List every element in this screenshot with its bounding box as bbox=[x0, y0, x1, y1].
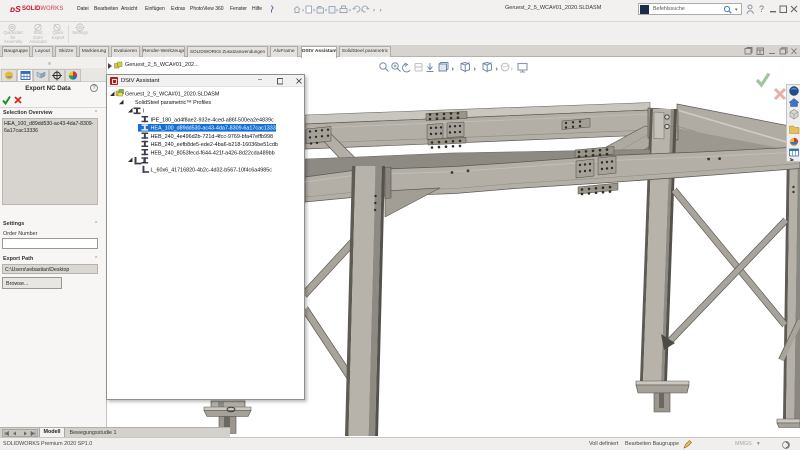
svg-text:HEB_240_eefb8de5-ede2-4ba6-b21: HEB_240_eefb8de5-ede2-4ba6-b218-16036be5… bbox=[151, 142, 278, 148]
svg-text:I: I bbox=[143, 109, 145, 115]
svg-text:Geruest_2_5_WCA#01_2020.SLDASM: Geruest_2_5_WCA#01_2020.SLDASM bbox=[125, 92, 220, 98]
svg-text:L: L bbox=[143, 159, 146, 165]
svg-text:IPE_180_ad4f8ae2-932e-4ced-a86: IPE_180_ad4f8ae2-932e-4ced-a86f-500ea2e4… bbox=[151, 117, 274, 123]
svg-text:HEA_100_d89dd530-ac43-4da7-830: HEA_100_d89dd530-ac43-4da7-8309-6a17cac1… bbox=[151, 126, 279, 132]
svg-text:HEB_240_8053fecd-f644-421f-a42: HEB_240_8053fecd-f644-421f-a426-8d22cda4… bbox=[151, 150, 275, 156]
svg-text:L_60x6_41716820-4b2c-4d32-b567: L_60x6_41716820-4b2c-4d32-b567-10f4c6a49… bbox=[151, 168, 273, 174]
svg-text:?: ? bbox=[759, 4, 764, 14]
svg-text:HEB_240_4e496d2b-721d-4fcc-976: HEB_240_4e496d2b-721d-4fcc-9769-bfa47eff… bbox=[151, 134, 274, 140]
svg-text:SolidSteel parametric™ Profile: SolidSteel parametric™ Profiles bbox=[135, 100, 211, 106]
